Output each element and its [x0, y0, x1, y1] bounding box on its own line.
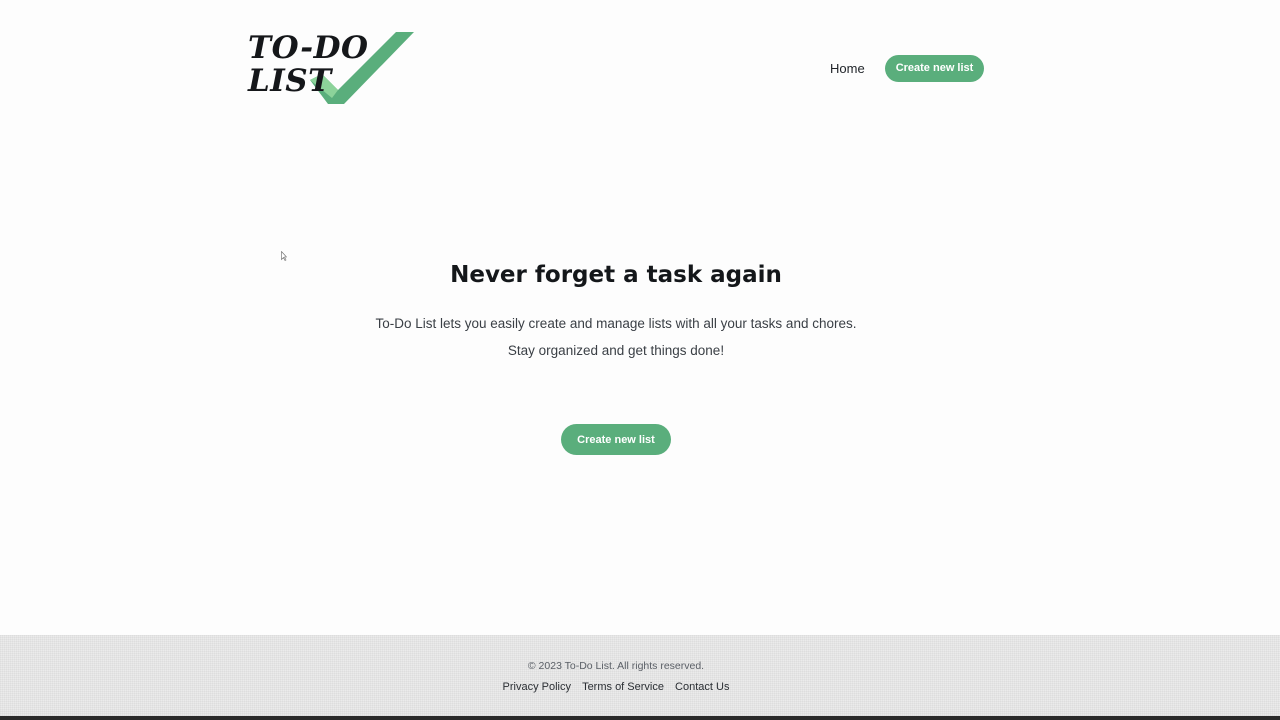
logo-line-1: TO-DO — [248, 30, 369, 66]
footer-copyright: © 2023 To-Do List. All rights reserved. — [527, 660, 705, 672]
logo-text: TO-DO LIST — [248, 32, 368, 98]
site-header: TO-DO LIST Home Create new list — [0, 0, 1280, 130]
logo-line-2: LIST — [248, 63, 332, 99]
hero-description: To-Do List lets you easily create and ma… — [375, 316, 857, 331]
site-footer: © 2023 To-Do List. All rights reserved. … — [0, 635, 1280, 720]
mouse-pointer-icon — [281, 251, 287, 261]
footer-links: Privacy Policy Terms of Service Contact … — [0, 681, 1232, 693]
hero-title: Never forget a task again — [450, 262, 782, 288]
hero-create-list-button[interactable]: Create new list — [561, 424, 671, 455]
site-logo[interactable]: TO-DO LIST — [246, 30, 416, 106]
main-nav: Home Create new list — [830, 54, 985, 82]
footer-privacy-link[interactable]: Privacy Policy — [503, 681, 571, 693]
nav-create-list-button[interactable]: Create new list — [884, 54, 985, 82]
hero-cta-wrap: Create new list — [0, 424, 1232, 455]
page: TO-DO LIST Home Create new list Never fo… — [0, 0, 1280, 720]
hero-section: Never forget a task again To-Do List let… — [0, 262, 1232, 358]
footer-contact-link[interactable]: Contact Us — [675, 681, 729, 693]
nav-home-link[interactable]: Home — [830, 61, 865, 76]
taskbar-strip — [0, 716, 1280, 720]
hero-tagline: Stay organized and get things done! — [507, 343, 725, 358]
footer-terms-link[interactable]: Terms of Service — [582, 681, 664, 693]
